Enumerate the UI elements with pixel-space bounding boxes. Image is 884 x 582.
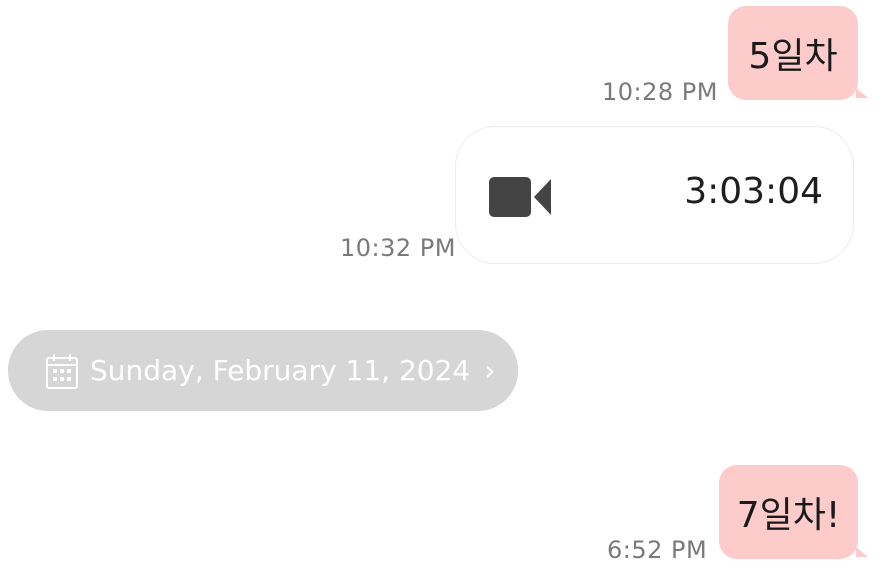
call-duration: 3:03:04 bbox=[684, 171, 823, 212]
video-call-bubble[interactable]: 3:03:04 bbox=[455, 126, 854, 264]
chat-thread: 5일차 10:28 PM 3:03:04 10:32 PM Sunday, Fe… bbox=[0, 0, 884, 582]
calendar-icon bbox=[46, 353, 78, 389]
date-label: Sunday, February 11, 2024 bbox=[90, 354, 471, 387]
bubble-tail bbox=[856, 547, 868, 557]
message-timestamp: 10:28 PM bbox=[602, 78, 718, 106]
message-text: 7일차! bbox=[736, 495, 841, 536]
message-timestamp: 10:32 PM bbox=[340, 234, 456, 262]
message-text: 5일차 bbox=[748, 36, 838, 77]
chevron-right-icon: › bbox=[484, 354, 496, 387]
message-bubble[interactable]: 7일차! bbox=[719, 465, 858, 559]
date-divider[interactable]: Sunday, February 11, 2024 › bbox=[8, 330, 518, 411]
message-bubble[interactable]: 5일차 bbox=[728, 6, 858, 100]
video-camera-icon bbox=[489, 177, 551, 217]
message-timestamp: 6:52 PM bbox=[607, 536, 708, 564]
bubble-tail bbox=[856, 88, 868, 98]
